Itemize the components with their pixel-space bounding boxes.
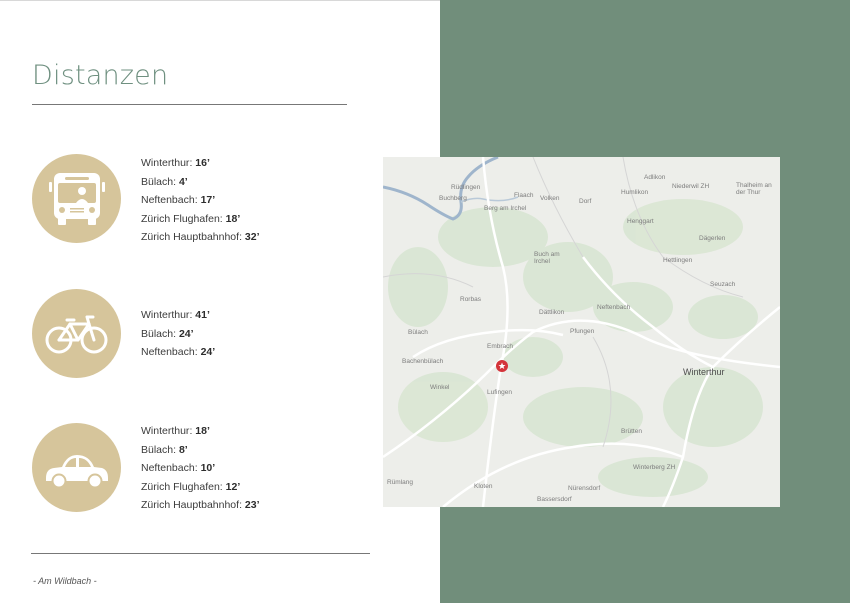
- bus-distance-list: Winterthur: 16’ Bülach: 4’ Neftenbach: 1…: [141, 154, 260, 247]
- map-label: Hettlingen: [663, 257, 693, 264]
- bicycle-icon: [32, 289, 121, 378]
- map-label: Berg am Irchel: [484, 205, 527, 212]
- map-label: Volken: [540, 195, 560, 202]
- bus-icon: [32, 154, 121, 243]
- map-label: Rümlang: [387, 479, 414, 486]
- map-label: Bassersdorf: [537, 496, 572, 503]
- map-label: Buchberg: [439, 195, 467, 202]
- map-label: Seuzach: [710, 281, 736, 288]
- map-label: Kloten: [474, 483, 493, 490]
- map-label: Brütten: [621, 428, 642, 435]
- map-label: Adlikon: [644, 174, 666, 181]
- list-item: Zürich Flughafen: 12’: [141, 480, 241, 493]
- list-item: Winterthur: 41’: [141, 309, 210, 321]
- map-label: Henggart: [627, 218, 654, 225]
- page-title: Distanzen: [32, 60, 169, 91]
- map-label: Winterberg ZH: [633, 464, 676, 471]
- map-label: Embrach: [487, 343, 514, 350]
- map-label: Neftenbach: [597, 304, 631, 311]
- map-label: Bülach: [408, 329, 428, 336]
- list-item: Bülach: 24’: [141, 327, 194, 340]
- map-label: Flaach: [514, 192, 534, 199]
- map-label: Dägerlen: [699, 235, 726, 242]
- map-label: Nürensdorf: [568, 485, 601, 492]
- map-label: Thalheim an der Thur: [736, 182, 772, 196]
- footer-text: - Am Wildbach -: [33, 576, 97, 586]
- location-map: Rüdlingen Flaach Volken Humlikon Adlikon…: [383, 157, 780, 507]
- map-label: Buch am Irchel: [534, 251, 560, 265]
- title-divider: [32, 104, 347, 105]
- map-label: Lufingen: [487, 389, 512, 396]
- car-icon: [32, 423, 121, 512]
- bicycle-distance-list: Winterthur: 41’ Bülach: 24’ Neftenbach: …: [141, 306, 215, 362]
- list-item: Bülach: 4’: [141, 175, 188, 188]
- list-item: Bülach: 8’: [141, 443, 188, 456]
- map-label: Niederwil ZH: [672, 183, 710, 190]
- map-label: Pfungen: [570, 328, 595, 335]
- list-item: Zürich Flughafen: 18’: [141, 212, 241, 225]
- list-item: Zürich Hauptbahnhof: 32’: [141, 231, 260, 243]
- list-item: Neftenbach: 10’: [141, 462, 216, 474]
- car-distance-list: Winterthur: 18’ Bülach: 8’ Neftenbach: 1…: [141, 422, 260, 515]
- list-item: Winterthur: 18’: [141, 425, 210, 437]
- list-item: Neftenbach: 24’: [141, 346, 216, 358]
- footer-divider: [31, 553, 370, 554]
- map-label: Rüdlingen: [451, 184, 481, 191]
- map-label: Dorf: [579, 198, 592, 205]
- map-label: Bachenbülach: [402, 358, 444, 365]
- map-label: Humlikon: [621, 189, 649, 196]
- map-label: Dättlikon: [539, 309, 565, 316]
- list-item: Neftenbach: 17’: [141, 194, 216, 206]
- map-label: Rorbas: [460, 296, 481, 303]
- map-label: Winkel: [430, 384, 450, 391]
- list-item: Zürich Hauptbahnhof: 23’: [141, 499, 260, 511]
- list-item: Winterthur: 16’: [141, 157, 210, 169]
- map-label: Winterthur: [683, 367, 725, 377]
